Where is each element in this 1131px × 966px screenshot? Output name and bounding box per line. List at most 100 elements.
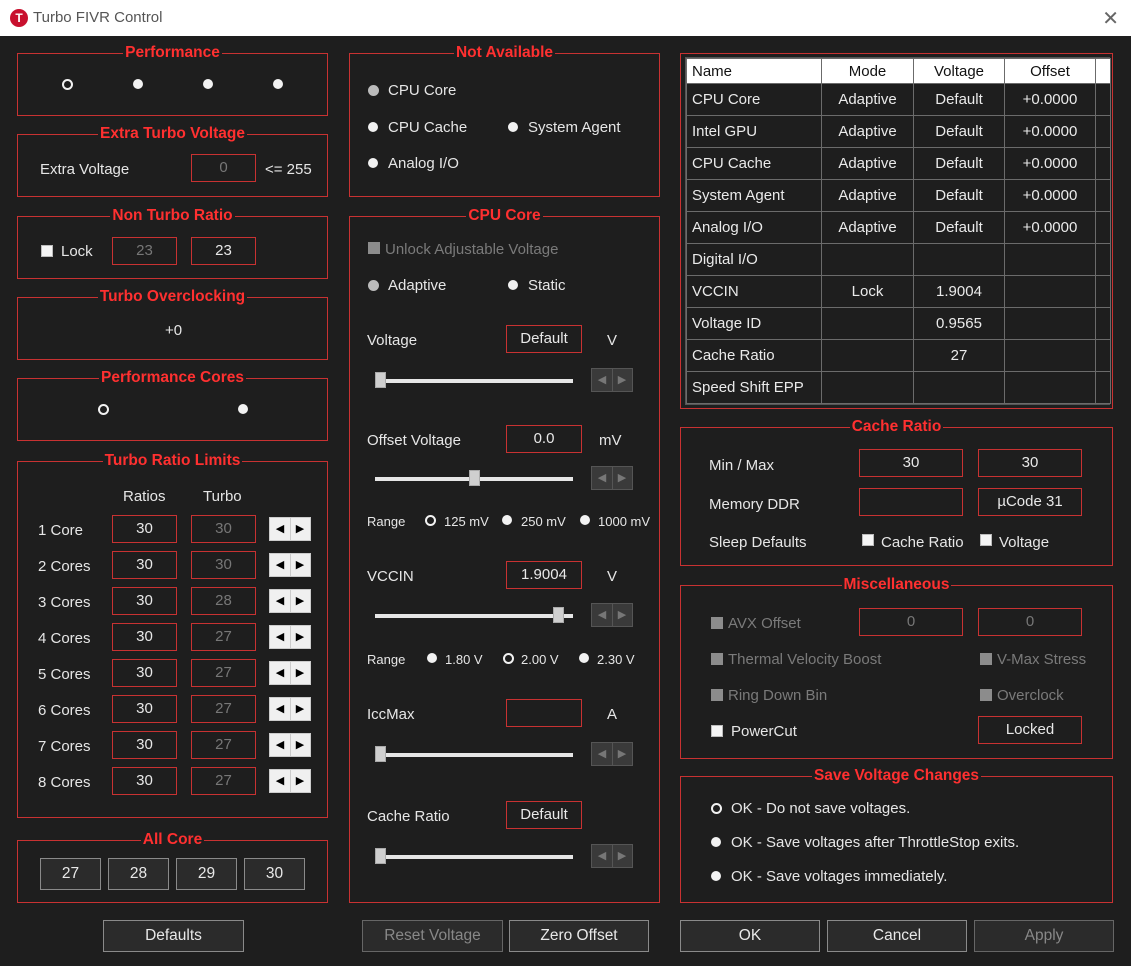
analog-io-radio[interactable]: [368, 158, 378, 168]
all-core-button-30[interactable]: 30: [244, 858, 305, 890]
left-arrow-icon[interactable]: ◀: [592, 845, 613, 867]
cache-max-input[interactable]: 30: [978, 449, 1082, 477]
performance-radio-2[interactable]: [133, 79, 143, 89]
performance-cores-radio-1[interactable]: [98, 404, 109, 415]
offset-range-radio-250[interactable]: [502, 515, 512, 525]
right-arrow-icon[interactable]: ▶: [612, 369, 632, 391]
non-turbo-ratio-input-1[interactable]: 23: [112, 237, 177, 265]
thermal-velocity-boost-checkbox[interactable]: [711, 653, 723, 665]
all-core-button-27[interactable]: 27: [40, 858, 101, 890]
mode-column-header[interactable]: Mode: [821, 58, 914, 84]
left-arrow-icon[interactable]: ◀: [592, 467, 613, 489]
left-arrow-icon[interactable]: ◀: [592, 743, 613, 765]
vccin-range-radio-200[interactable]: [503, 653, 514, 664]
vccin-range-radio-180[interactable]: [427, 653, 437, 663]
save-option-radio-2[interactable]: [711, 837, 721, 847]
voltage-input[interactable]: Default: [506, 325, 582, 353]
non-turbo-ratio-input-2[interactable]: 23: [191, 237, 256, 265]
ratio-input[interactable]: 30: [112, 767, 177, 795]
table-row[interactable]: Digital I/O: [686, 243, 1111, 276]
performance-radio-4[interactable]: [273, 79, 283, 89]
voltage-slider-thumb[interactable]: [375, 372, 386, 388]
voltage-column-header[interactable]: Voltage: [913, 58, 1005, 84]
ratio-spinner[interactable]: ◀ ▶: [269, 553, 311, 577]
cancel-button[interactable]: Cancel: [827, 920, 967, 952]
right-arrow-icon[interactable]: ▶: [290, 590, 310, 612]
avx-offset-input-1[interactable]: 0: [859, 608, 963, 636]
table-row[interactable]: Intel GPU Adaptive Default +0.0000: [686, 115, 1111, 148]
lock-checkbox[interactable]: [41, 245, 53, 257]
vccin-input[interactable]: 1.9004: [506, 561, 582, 589]
offset-voltage-spinner[interactable]: ◀ ▶: [591, 466, 633, 490]
apply-button[interactable]: Apply: [974, 920, 1114, 952]
table-row[interactable]: Speed Shift EPP: [686, 371, 1111, 404]
zero-offset-button[interactable]: Zero Offset: [509, 920, 649, 952]
right-arrow-icon[interactable]: ▶: [290, 770, 310, 792]
ok-button[interactable]: OK: [680, 920, 820, 952]
left-arrow-icon[interactable]: ◀: [270, 662, 291, 684]
table-row[interactable]: Voltage ID 0.9565: [686, 307, 1111, 340]
avx-offset-checkbox[interactable]: [711, 617, 723, 629]
table-row[interactable]: System Agent Adaptive Default +0.0000: [686, 179, 1111, 212]
performance-radio-1[interactable]: [62, 79, 73, 90]
sleep-voltage-checkbox[interactable]: [980, 534, 992, 546]
right-arrow-icon[interactable]: ▶: [290, 698, 310, 720]
iccmax-spinner[interactable]: ◀ ▶: [591, 742, 633, 766]
system-agent-radio[interactable]: [508, 122, 518, 132]
cpu-cache-radio[interactable]: [368, 122, 378, 132]
offset-range-radio-1000[interactable]: [580, 515, 590, 525]
extra-voltage-input[interactable]: 0: [191, 154, 256, 182]
right-arrow-icon[interactable]: ▶: [612, 743, 632, 765]
cache-ratio-slider-thumb[interactable]: [375, 848, 386, 864]
left-arrow-icon[interactable]: ◀: [270, 734, 291, 756]
offset-voltage-slider[interactable]: [375, 470, 573, 486]
left-arrow-icon[interactable]: ◀: [592, 369, 613, 391]
right-arrow-icon[interactable]: ▶: [290, 662, 310, 684]
left-arrow-icon[interactable]: ◀: [270, 698, 291, 720]
adaptive-radio[interactable]: [368, 280, 379, 291]
right-arrow-icon[interactable]: ▶: [612, 845, 632, 867]
ratio-input[interactable]: 30: [112, 695, 177, 723]
ratio-spinner[interactable]: ◀ ▶: [269, 589, 311, 613]
static-radio[interactable]: [508, 280, 518, 290]
offset-column-header[interactable]: Offset: [1004, 58, 1096, 84]
offset-voltage-slider-thumb[interactable]: [469, 470, 480, 486]
v-max-stress-checkbox[interactable]: [980, 653, 992, 665]
offset-voltage-input[interactable]: 0.0: [506, 425, 582, 453]
ratio-input[interactable]: 30: [112, 731, 177, 759]
left-arrow-icon[interactable]: ◀: [592, 604, 613, 626]
cache-ratio-spinner[interactable]: ◀ ▶: [591, 844, 633, 868]
all-core-button-28[interactable]: 28: [108, 858, 169, 890]
table-row[interactable]: VCCIN Lock 1.9004: [686, 275, 1111, 308]
performance-radio-3[interactable]: [203, 79, 213, 89]
close-icon[interactable]: ✕: [1102, 6, 1119, 31]
right-arrow-icon[interactable]: ▶: [290, 554, 310, 576]
iccmax-slider-thumb[interactable]: [375, 746, 386, 762]
vccin-range-radio-230[interactable]: [579, 653, 589, 663]
cache-min-input[interactable]: 30: [859, 449, 963, 477]
left-arrow-icon[interactable]: ◀: [270, 770, 291, 792]
right-arrow-icon[interactable]: ▶: [612, 604, 632, 626]
ratio-input[interactable]: 30: [112, 515, 177, 543]
ratio-input[interactable]: 30: [112, 551, 177, 579]
right-arrow-icon[interactable]: ▶: [612, 467, 632, 489]
cpu-core-radio[interactable]: [368, 85, 379, 96]
ratio-spinner[interactable]: ◀ ▶: [269, 697, 311, 721]
performance-cores-radio-2[interactable]: [238, 404, 248, 414]
iccmax-slider[interactable]: [375, 746, 573, 762]
left-arrow-icon[interactable]: ◀: [270, 626, 291, 648]
ratio-spinner[interactable]: ◀ ▶: [269, 769, 311, 793]
defaults-button[interactable]: Defaults: [103, 920, 244, 952]
voltage-slider[interactable]: [375, 372, 573, 388]
overclock-checkbox[interactable]: [980, 689, 992, 701]
right-arrow-icon[interactable]: ▶: [290, 626, 310, 648]
unlock-voltage-checkbox[interactable]: [368, 242, 380, 254]
left-arrow-icon[interactable]: ◀: [270, 518, 291, 540]
ratio-input[interactable]: 30: [112, 623, 177, 651]
left-arrow-icon[interactable]: ◀: [270, 590, 291, 612]
ring-down-bin-checkbox[interactable]: [711, 689, 723, 701]
avx-offset-input-2[interactable]: 0: [978, 608, 1082, 636]
ratio-input[interactable]: 30: [112, 587, 177, 615]
table-row[interactable]: Analog I/O Adaptive Default +0.0000: [686, 211, 1111, 244]
save-option-radio-1[interactable]: [711, 803, 722, 814]
